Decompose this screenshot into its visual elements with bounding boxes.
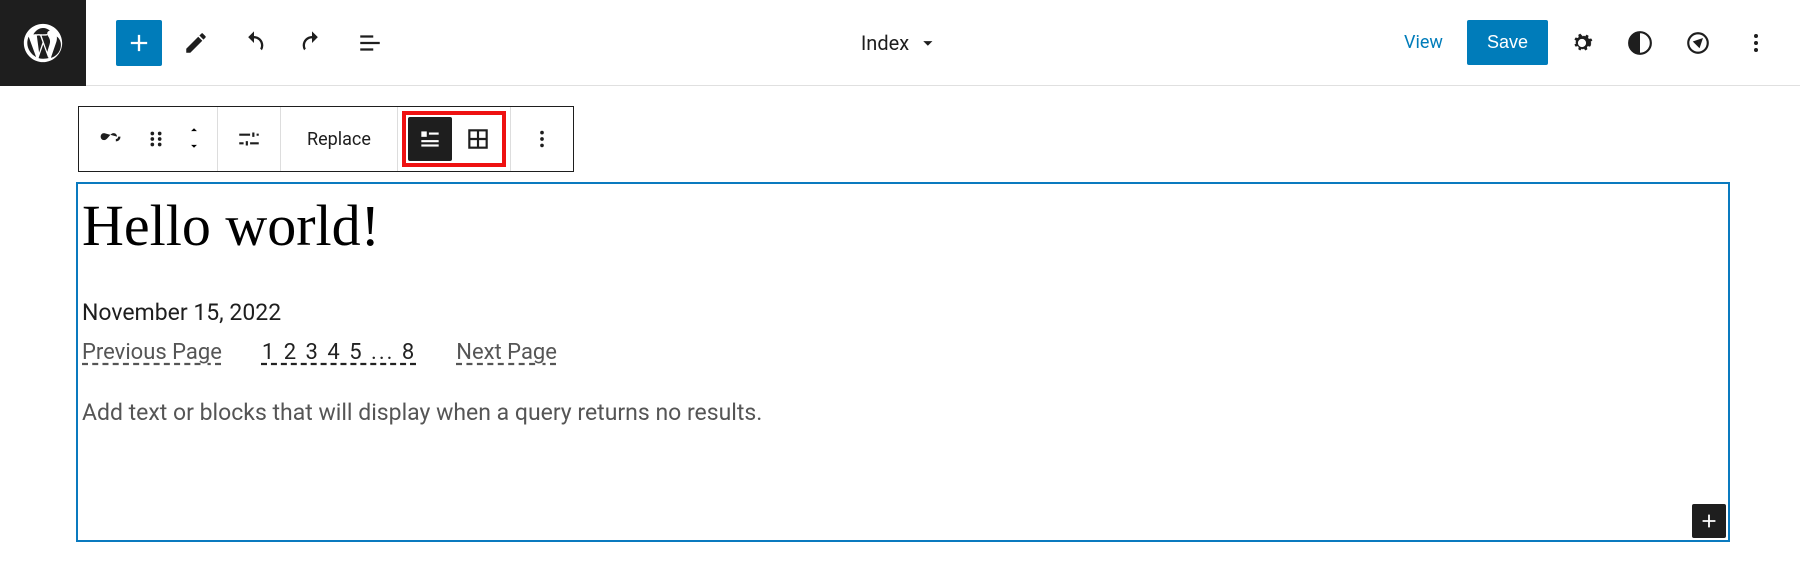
template-title-dropdown[interactable]: Index bbox=[861, 31, 939, 55]
list-view-icon bbox=[357, 30, 383, 56]
add-block-button[interactable] bbox=[116, 20, 162, 66]
grid-layout-button[interactable] bbox=[456, 117, 500, 161]
chevron-up-icon bbox=[185, 123, 203, 137]
template-name-label: Index bbox=[861, 31, 909, 55]
layout-toggle-highlight bbox=[402, 111, 506, 167]
header-right-tools: View Save bbox=[1390, 19, 1800, 67]
display-settings-button[interactable] bbox=[226, 107, 272, 171]
help-button[interactable] bbox=[1674, 19, 1722, 67]
sliders-icon bbox=[236, 126, 262, 152]
pencil-icon bbox=[183, 30, 209, 56]
drag-handle-icon bbox=[145, 128, 167, 150]
settings-button[interactable] bbox=[1558, 19, 1606, 67]
options-button[interactable] bbox=[1732, 19, 1780, 67]
pagination-numbers[interactable]: 1 2 3 4 5 ... 8 bbox=[262, 340, 416, 365]
drag-handle-button[interactable] bbox=[133, 107, 179, 171]
undo-icon bbox=[240, 29, 268, 57]
chevron-down-icon bbox=[185, 139, 203, 153]
pagination-block[interactable]: Previous Page 1 2 3 4 5 ... 8 Next Page bbox=[82, 340, 1726, 365]
query-loop-block[interactable]: Hello world! November 15, 2022 Previous … bbox=[76, 182, 1730, 542]
plus-icon bbox=[125, 29, 153, 57]
pagination-next[interactable]: Next Page bbox=[456, 340, 557, 365]
document-overview-button[interactable] bbox=[346, 19, 394, 67]
view-link[interactable]: View bbox=[1390, 22, 1457, 63]
more-vertical-icon bbox=[1744, 31, 1768, 55]
block-options-button[interactable] bbox=[519, 107, 565, 171]
edit-mode-button[interactable] bbox=[172, 19, 220, 67]
wordpress-logo[interactable] bbox=[0, 0, 86, 86]
no-results-placeholder[interactable]: Add text or blocks that will display whe… bbox=[82, 399, 1726, 426]
pagination-prev[interactable]: Previous Page bbox=[82, 340, 222, 365]
undo-button[interactable] bbox=[230, 19, 278, 67]
redo-icon bbox=[298, 29, 326, 57]
gear-icon bbox=[1568, 29, 1596, 57]
post-date[interactable]: November 15, 2022 bbox=[82, 299, 1726, 326]
more-vertical-icon bbox=[531, 128, 553, 150]
styles-button[interactable] bbox=[1616, 19, 1664, 67]
save-button[interactable]: Save bbox=[1467, 20, 1548, 65]
block-movers bbox=[179, 107, 209, 171]
list-layout-button[interactable] bbox=[408, 117, 452, 161]
block-type-button[interactable] bbox=[87, 107, 133, 171]
list-layout-icon bbox=[417, 126, 443, 152]
replace-button[interactable]: Replace bbox=[289, 107, 389, 171]
move-down-button[interactable] bbox=[185, 139, 203, 155]
redo-button[interactable] bbox=[288, 19, 336, 67]
inline-inserter-button[interactable] bbox=[1692, 504, 1726, 538]
contrast-icon bbox=[1627, 30, 1653, 56]
compass-icon bbox=[1685, 30, 1711, 56]
header-left-tools bbox=[86, 19, 394, 67]
block-toolbar: Replace bbox=[78, 106, 574, 172]
wordpress-logo-icon bbox=[20, 20, 66, 66]
grid-layout-icon bbox=[465, 126, 491, 152]
query-loop-icon bbox=[96, 125, 124, 153]
post-title[interactable]: Hello world! bbox=[82, 192, 1726, 259]
move-up-button[interactable] bbox=[185, 123, 203, 139]
editor-header: Index View Save bbox=[0, 0, 1800, 86]
plus-icon bbox=[1698, 510, 1720, 532]
chevron-down-icon bbox=[917, 32, 939, 54]
